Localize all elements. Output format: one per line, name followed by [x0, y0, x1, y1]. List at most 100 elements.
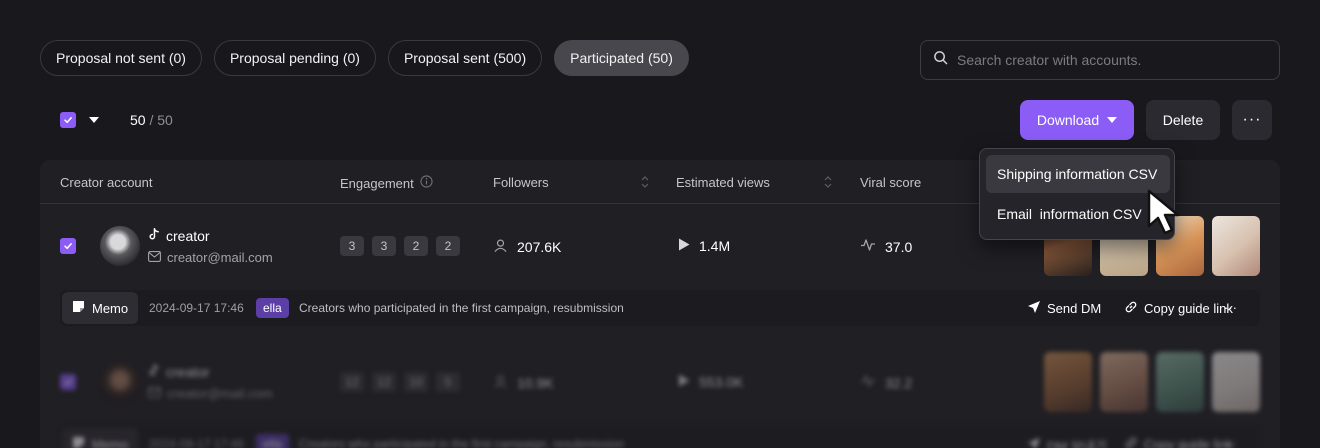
content-thumbnail[interactable] — [1044, 352, 1092, 412]
followers-cell: 207.6K — [493, 238, 561, 256]
avatar — [100, 362, 140, 402]
memo-label: Memo — [92, 436, 129, 448]
user-icon — [493, 238, 508, 256]
info-icon[interactable] — [420, 175, 433, 191]
creator-email-text: creator@mail.com — [167, 386, 273, 401]
viral-score-value: 37.0 — [885, 238, 913, 255]
row-checkbox[interactable] — [60, 374, 76, 390]
followers-cell: 10.9K — [493, 374, 554, 392]
creator-name-text: creator — [166, 364, 210, 380]
menu-item-shipping-csv[interactable]: Shipping information CSV — [986, 155, 1170, 193]
engagement-chips: 12 12 10 5 — [340, 372, 460, 392]
memo-text: Creators who participated in the first c… — [299, 301, 624, 315]
send-icon — [1027, 300, 1041, 317]
table-row[interactable]: creator creator@mail.com 12 12 10 5 10.9… — [40, 340, 1280, 424]
copy-guide-link-button[interactable]: Copy guide link — [1124, 300, 1233, 317]
delete-button[interactable]: Delete — [1146, 100, 1220, 140]
memo-user-badge: ella — [256, 298, 289, 318]
mail-icon — [148, 250, 161, 265]
note-icon — [72, 436, 85, 448]
total-count: / 50 — [149, 112, 173, 128]
user-icon — [493, 374, 508, 392]
play-icon — [678, 374, 690, 390]
creator-name[interactable]: creator — [148, 228, 210, 244]
send-dm-label: Send DM — [1047, 301, 1102, 316]
search-icon — [933, 50, 948, 70]
views-cell: 1.4M — [678, 238, 730, 254]
tiktok-icon — [148, 228, 160, 244]
memo-more-button[interactable]: ··· — [1224, 300, 1237, 315]
engagement-chip: 2 — [436, 236, 460, 256]
menu-item-email-csv[interactable]: Email information CSV — [986, 195, 1170, 233]
viral-score-cell: 32.2 — [860, 374, 912, 391]
memo-user-badge: ella — [256, 434, 289, 448]
chevron-down-icon — [1107, 117, 1118, 123]
content-thumbnails — [1044, 352, 1260, 412]
select-dropdown-icon[interactable] — [89, 117, 99, 123]
memo-button[interactable]: Memo — [62, 428, 139, 448]
memo-more-button[interactable]: ··· — [1224, 436, 1237, 448]
views-value: 553.0K — [699, 374, 744, 390]
avatar — [100, 226, 140, 266]
row-checkbox[interactable] — [60, 238, 76, 254]
engagement-chip: 10 — [404, 372, 428, 392]
views-value: 1.4M — [699, 238, 731, 254]
selected-count: 50 — [130, 112, 146, 128]
memo-bar: Memo 2024-09-17 17:46 ella Creators who … — [60, 426, 1260, 448]
engagement-chip: 3 — [372, 236, 396, 256]
send-dm-button[interactable]: Send DM — [1027, 300, 1101, 317]
content-thumbnail[interactable] — [1212, 216, 1260, 276]
followers-value: 207.6K — [517, 239, 562, 255]
play-icon — [678, 238, 690, 254]
viral-score-value: 32.2 — [885, 374, 913, 391]
tab-participated[interactable]: Participated (50) — [554, 40, 689, 76]
content-thumbnail[interactable] — [1100, 352, 1148, 412]
creator-name-text: creator — [166, 228, 210, 244]
link-icon — [1124, 436, 1138, 448]
send-dm-label: DM 보내기 — [1047, 439, 1107, 448]
search-input[interactable] — [957, 52, 1257, 68]
engagement-chips: 3 3 2 2 — [340, 236, 460, 256]
column-viral-score: Viral score — [860, 175, 922, 190]
tab-proposal-sent[interactable]: Proposal sent (500) — [387, 40, 543, 76]
download-label: Download — [1036, 112, 1100, 128]
creator-email: creator@mail.com — [148, 250, 273, 265]
copy-guide-link-label: Copy guide link — [1144, 301, 1233, 316]
content-thumbnail[interactable] — [1156, 352, 1204, 412]
engagement-chip: 5 — [436, 372, 460, 392]
creator-name[interactable]: creator — [148, 364, 210, 380]
viral-score-cell: 37.0 — [860, 238, 912, 255]
views-cell: 553.0K — [678, 374, 743, 390]
memo-button[interactable]: Memo — [62, 292, 139, 324]
copy-guide-link-label: Copy guide link — [1144, 437, 1233, 448]
select-all-checkbox[interactable] — [60, 112, 76, 128]
followers-value: 10.9K — [517, 375, 554, 391]
mail-icon — [148, 386, 161, 401]
content-thumbnail[interactable] — [1212, 352, 1260, 412]
memo-text: Creators who participated in the first c… — [299, 437, 624, 448]
send-icon — [1027, 437, 1041, 448]
selection-toolbar: 50 / 50 — [60, 112, 173, 128]
column-estimated-views: Estimated views — [676, 175, 770, 190]
send-dm-button[interactable]: DM 보내기 — [1027, 436, 1107, 448]
search-box[interactable] — [920, 40, 1280, 80]
sort-icon[interactable] — [640, 174, 650, 193]
copy-guide-link-button[interactable]: Copy guide link — [1124, 436, 1233, 448]
engagement-chip: 12 — [340, 372, 364, 392]
engagement-chip: 3 — [340, 236, 364, 256]
creator-email: creator@mail.com — [148, 386, 273, 401]
status-tabs: Proposal not sent (0) Proposal pending (… — [40, 40, 689, 76]
selection-count: 50 / 50 — [130, 112, 173, 128]
tab-proposal-not-sent[interactable]: Proposal not sent (0) — [40, 40, 202, 76]
more-options-button[interactable]: ··· — [1232, 100, 1272, 140]
memo-date: 2024-09-17 17:46 — [149, 301, 244, 315]
activity-icon — [860, 374, 876, 391]
tab-proposal-pending[interactable]: Proposal pending (0) — [213, 40, 376, 76]
link-icon — [1124, 300, 1138, 317]
note-icon — [72, 300, 85, 316]
column-engagement-label: Engagement — [340, 175, 414, 191]
download-button[interactable]: Download — [1020, 100, 1134, 140]
sort-icon[interactable] — [823, 174, 833, 193]
engagement-chip: 12 — [372, 372, 396, 392]
engagement-chip: 2 — [404, 236, 428, 256]
